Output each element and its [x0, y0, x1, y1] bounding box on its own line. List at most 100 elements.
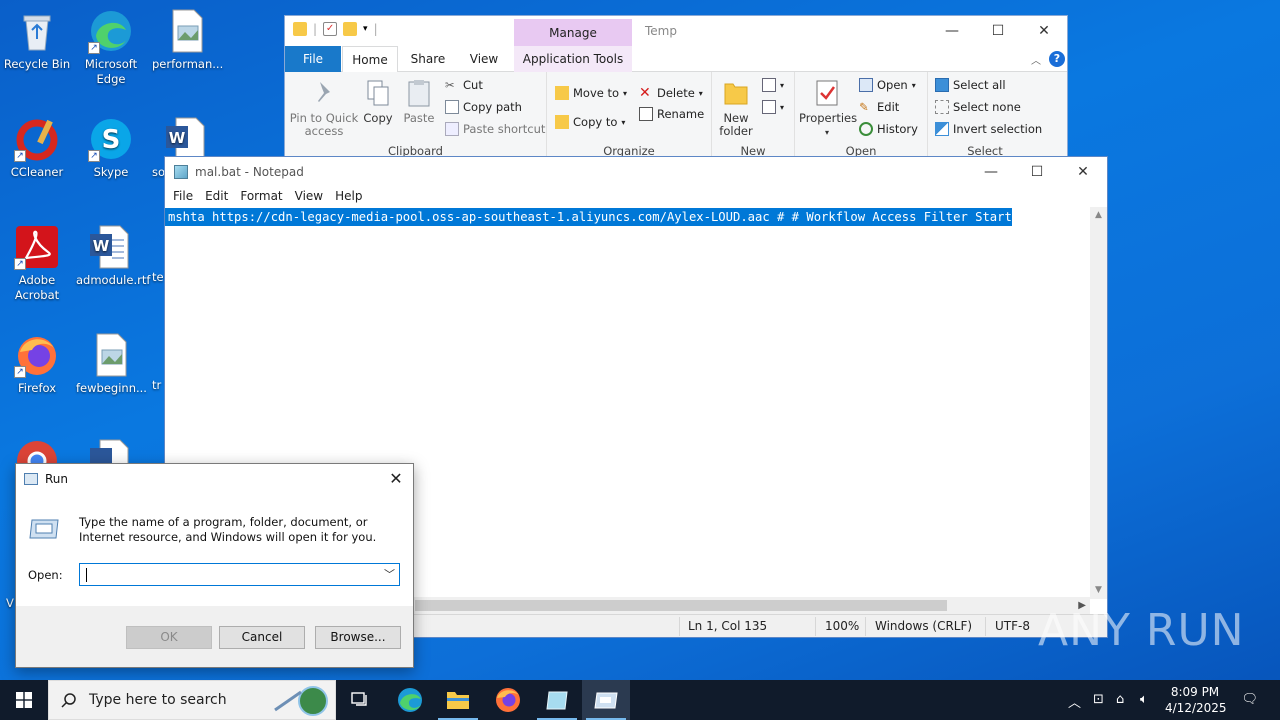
run-title-bar[interactable]: Run ✕ — [16, 464, 413, 494]
new-folder-icon[interactable] — [343, 22, 358, 36]
explorer-title-bar[interactable]: | ✓ ▾ | Manage Temp — ☐ ✕ — [285, 16, 1067, 49]
delete-button[interactable]: ✕ Delete ▾ — [639, 84, 703, 102]
taskbar-run[interactable] — [582, 680, 630, 720]
rename-icon — [639, 107, 653, 121]
task-view-button[interactable] — [336, 680, 384, 720]
browse-button[interactable]: Browse... — [315, 626, 401, 649]
skype-icon: S ↗ — [88, 116, 134, 162]
desktop-icon-performance-file[interactable]: performan... — [150, 8, 224, 72]
folder-icon[interactable] — [293, 22, 307, 36]
menu-view[interactable]: View — [289, 187, 329, 207]
pin-to-quick-access-button[interactable]: Pin to Quick access — [289, 78, 359, 138]
taskbar-firefox[interactable] — [484, 680, 532, 720]
desktop-icon-adobe-acrobat[interactable]: ↗ Adobe Acrobat — [0, 224, 74, 303]
properties-button[interactable]: Properties ▾ — [799, 78, 857, 139]
notifications-icon[interactable]: 🗨︎ — [1241, 692, 1258, 707]
close-icon[interactable]: ✕ — [1021, 16, 1067, 46]
taskbar-search-box[interactable]: Type here to search — [48, 680, 336, 720]
firefox-icon: ↗ — [14, 332, 60, 378]
easy-access-button[interactable]: ▾ — [762, 98, 784, 116]
copy-button[interactable]: Copy — [359, 78, 397, 125]
notepad-title-bar[interactable]: mal.bat - Notepad — ☐ ✕ — [165, 157, 1107, 187]
collapse-ribbon-icon[interactable]: ︿ — [1031, 52, 1041, 67]
taskbar-file-explorer[interactable] — [434, 680, 482, 720]
menu-format[interactable]: Format — [234, 187, 288, 207]
rename-button[interactable]: Rename — [639, 105, 704, 123]
new-folder-button[interactable]: New folder — [716, 78, 756, 138]
desktop-icon-recycle-bin[interactable]: Recycle Bin — [0, 8, 74, 72]
copy-path-icon — [445, 100, 459, 114]
minimize-icon[interactable]: — — [929, 16, 975, 46]
open-button[interactable]: Open ▾ — [859, 76, 916, 94]
close-icon[interactable]: ✕ — [1060, 157, 1106, 187]
menu-file[interactable]: File — [167, 187, 199, 207]
volume-icon[interactable]: 🔈︎ — [1140, 692, 1148, 707]
scroll-up-icon[interactable]: ▲ — [1090, 207, 1107, 224]
run-dialog[interactable]: Run ✕ Type the name of a program, folder… — [15, 463, 414, 668]
chevron-down-icon[interactable]: ﹀ — [384, 566, 395, 582]
menu-help[interactable]: Help — [329, 187, 368, 207]
properties-icon[interactable]: ✓ — [323, 22, 338, 36]
taskbar-notepad[interactable] — [533, 680, 581, 720]
minimize-icon[interactable]: — — [968, 157, 1014, 187]
ccleaner-icon: ↗ — [14, 116, 60, 162]
desktop-icon-fewbeginning-file[interactable]: fewbeginn... — [74, 332, 148, 396]
desktop-icon-skype[interactable]: S ↗ Skype — [74, 116, 148, 180]
open-combobox[interactable]: ﹀ — [79, 563, 400, 586]
customize-qat-icon[interactable]: ▾ — [363, 24, 368, 34]
copy-path-button[interactable]: Copy path — [445, 98, 522, 116]
desktop-icon-ccleaner[interactable]: ↗ CCleaner — [0, 116, 74, 180]
new-item-button[interactable]: ▾ — [762, 76, 784, 94]
cancel-button[interactable]: Cancel — [219, 626, 305, 649]
maximize-icon[interactable]: ☐ — [975, 16, 1021, 46]
history-icon — [859, 122, 873, 136]
scroll-down-icon[interactable]: ▼ — [1090, 582, 1107, 599]
cut-button[interactable]: ✂ Cut — [445, 76, 483, 94]
network-icon[interactable]: ⌂ — [1116, 692, 1124, 707]
network-device-icon[interactable]: ⊡ — [1093, 692, 1104, 707]
run-title: Run — [45, 472, 69, 486]
edit-pencil-icon: ✎ — [859, 100, 869, 114]
history-button[interactable]: History — [859, 120, 918, 138]
desktop-icon-edge[interactable]: ↗ Microsoft Edge — [74, 8, 148, 87]
file-explorer-window[interactable]: | ✓ ▾ | Manage Temp — ☐ ✕ File Home Shar… — [284, 15, 1068, 160]
paste-button[interactable]: Paste — [401, 78, 437, 125]
start-button[interactable] — [0, 680, 48, 720]
maximize-icon[interactable]: ☐ — [1014, 157, 1060, 187]
open-group: Properties ▾ Open ▾ ✎ Edit History Open — [795, 72, 928, 160]
tab-share[interactable]: Share — [403, 46, 453, 72]
paste-shortcut-icon — [445, 122, 459, 136]
help-icon[interactable]: ? — [1049, 51, 1065, 67]
edit-button[interactable]: ✎ Edit — [859, 98, 899, 116]
taskbar-edge[interactable] — [386, 680, 434, 720]
paste-shortcut-button[interactable]: Paste shortcut — [445, 120, 545, 138]
selected-text-line: mshta https://cdn-legacy-media-pool.oss-… — [165, 208, 1012, 226]
notepad-icon — [174, 165, 188, 179]
select-all-button[interactable]: Select all — [935, 76, 1006, 94]
manage-contextual-tab[interactable]: Manage — [514, 19, 632, 49]
close-icon[interactable]: ✕ — [379, 464, 413, 494]
ok-button[interactable]: OK — [126, 626, 212, 649]
desktop-icon-admodule-rtf[interactable]: W admodule.rtf — [74, 224, 150, 288]
desktop-icon-firefox[interactable]: ↗ Firefox — [0, 332, 74, 396]
move-to-button[interactable]: Move to ▾ — [555, 84, 627, 102]
tab-application-tools[interactable]: Application Tools — [514, 46, 632, 72]
tab-file[interactable]: File — [285, 46, 341, 72]
copy-to-button[interactable]: Copy to ▾ — [555, 113, 625, 131]
horizontal-scroll-thumb[interactable] — [415, 600, 947, 611]
invert-selection-button[interactable]: Invert selection — [935, 120, 1042, 138]
paste-icon — [405, 78, 433, 108]
easy-access-icon — [762, 100, 776, 114]
menu-edit[interactable]: Edit — [199, 187, 234, 207]
clock[interactable]: 8:09 PM 4/12/2025 — [1165, 684, 1227, 716]
invert-selection-icon — [935, 122, 949, 136]
select-none-button[interactable]: Select none — [935, 98, 1021, 116]
zoom-level: 100% — [825, 619, 860, 633]
notepad-title: mal.bat - Notepad — [195, 165, 304, 179]
chevron-up-icon[interactable]: ︿ — [1068, 692, 1081, 711]
vertical-scrollbar[interactable]: ▲ ▼ — [1090, 207, 1107, 599]
notepad-menu-bar: File Edit Format View Help — [165, 187, 1107, 207]
image-file-icon — [88, 332, 134, 378]
tab-home[interactable]: Home — [342, 46, 398, 73]
tab-view[interactable]: View — [460, 46, 508, 72]
